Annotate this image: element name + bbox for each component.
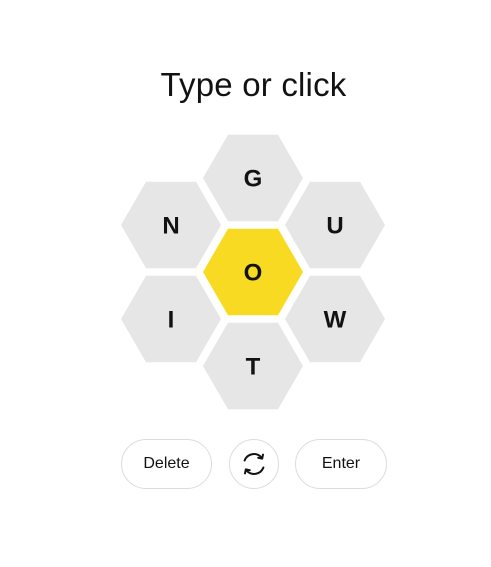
hex-cell-shape[interactable]: [121, 275, 221, 363]
hex-cell-shape[interactable]: [203, 134, 303, 222]
hive-cell-upper-right[interactable]: U: [285, 181, 385, 269]
hex-cell-shape[interactable]: [285, 275, 385, 363]
enter-button[interactable]: Enter: [295, 439, 387, 489]
spelling-bee-game: Type or click G U W T I N O Delete Enter: [0, 0, 491, 567]
input-prompt: Type or click: [160, 66, 347, 103]
shuffle-button[interactable]: [229, 439, 279, 489]
hive-cell-upper-left[interactable]: N: [121, 181, 221, 269]
hive-cell-center[interactable]: O: [203, 228, 303, 316]
shuffle-icon: [243, 453, 265, 475]
hive-cell-top[interactable]: G: [203, 134, 303, 222]
hive-cell-lower-left[interactable]: I: [121, 275, 221, 363]
hex-cell-shape[interactable]: [121, 181, 221, 269]
hex-cell-shape[interactable]: [203, 228, 303, 316]
hex-cell-shape[interactable]: [285, 181, 385, 269]
hive-cell-lower-right[interactable]: W: [285, 275, 385, 363]
hive-cell-bottom[interactable]: T: [203, 322, 303, 410]
delete-button[interactable]: Delete: [121, 439, 212, 489]
hex-cell-shape[interactable]: [203, 322, 303, 410]
